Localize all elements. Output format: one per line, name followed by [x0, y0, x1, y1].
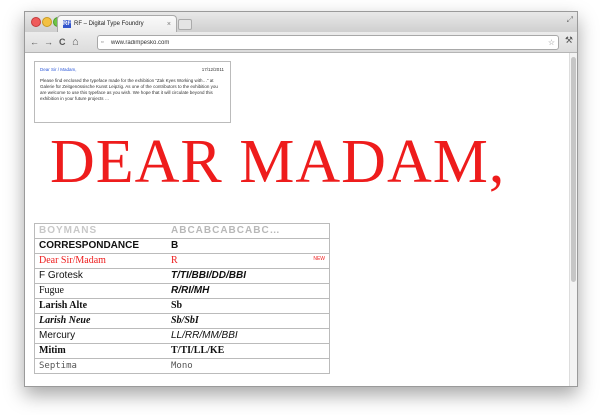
bookmark-star-icon[interactable]: ☆	[548, 36, 555, 49]
typeface-styles[interactable]: T/TI/BBI/DD/BBI	[171, 270, 246, 282]
new-badge: NEW	[313, 256, 325, 262]
forward-button[interactable]: →	[44, 35, 53, 49]
browser-window: RF RF – Digital Type Foundry × ⤢ ← → C ⌂…	[24, 11, 578, 387]
page-icon: ▫	[101, 39, 104, 46]
typeface-name[interactable]: F Grotesk	[39, 270, 83, 282]
typeface-styles[interactable]: Sb/SbI	[171, 315, 199, 327]
typeface-name[interactable]: Dear Sir/Madam	[39, 255, 106, 267]
typeface-styles[interactable]: ABCABCABCABC…	[171, 225, 281, 237]
minimize-window-button[interactable]	[42, 17, 52, 27]
title-bar: RF RF – Digital Type Foundry × ⤢	[25, 12, 577, 33]
typeface-name[interactable]: BOYMANS	[39, 225, 97, 237]
page-content: Dear Sir / Madam, 17/12/2011 Please find…	[25, 53, 577, 386]
back-button[interactable]: ←	[30, 35, 39, 49]
typeface-styles[interactable]: R/RI/MH	[171, 285, 209, 297]
typeface-row-larish-alte[interactable]: Larish Alte Sb	[35, 299, 329, 314]
toolbar: ← → C ⌂ ▫ ☆ ⚒	[25, 32, 577, 53]
letter-date: 17/12/2011	[201, 67, 224, 72]
close-window-button[interactable]	[31, 17, 41, 27]
vertical-scrollbar[interactable]	[569, 53, 577, 386]
typeface-styles[interactable]: LL/RR/MM/BBI	[171, 330, 238, 342]
typeface-styles[interactable]: Sb	[171, 300, 182, 312]
typeface-row-boymans[interactable]: BOYMANS ABCABCABCABC…	[35, 224, 329, 239]
typeface-name[interactable]: CORRESPONDANCE	[39, 240, 139, 252]
typeface-styles[interactable]: R	[171, 255, 178, 267]
fullscreen-icon[interactable]: ⤢	[567, 15, 573, 25]
letter-body: Please find enclosed the typeface made f…	[40, 78, 218, 101]
typeface-row-fugue[interactable]: Fugue R/RI/MH	[35, 284, 329, 299]
typeface-row-septima[interactable]: Septima Mono	[35, 359, 329, 374]
close-tab-icon[interactable]: ×	[167, 16, 171, 33]
browser-tab[interactable]: RF RF – Digital Type Foundry ×	[57, 15, 177, 33]
typeface-row-mitim[interactable]: Mitim T/TI/LL/KE	[35, 344, 329, 359]
typeface-name[interactable]: Fugue	[39, 285, 64, 297]
typeface-row-mercury[interactable]: Mercury LL/RR/MM/BBI	[35, 329, 329, 344]
typeface-styles[interactable]: T/TI/LL/KE	[171, 345, 224, 357]
typeface-name[interactable]: Larish Neue	[39, 315, 90, 327]
letter-panel: Dear Sir / Madam, 17/12/2011 Please find…	[34, 61, 231, 123]
headline: DEAR MADAM,	[50, 128, 506, 196]
typeface-list: BOYMANS ABCABCABCABC… CORRESPONDANCE B D…	[34, 223, 330, 374]
address-bar[interactable]: ▫ ☆	[97, 35, 559, 50]
letter-greeting: Dear Sir / Madam,	[40, 67, 77, 72]
typeface-name[interactable]: Larish Alte	[39, 300, 87, 312]
typeface-row-larish-neue[interactable]: Larish Neue Sb/SbI	[35, 314, 329, 329]
typeface-styles[interactable]: Mono	[171, 360, 193, 372]
typeface-styles[interactable]: B	[171, 240, 178, 252]
url-input[interactable]	[111, 36, 531, 49]
home-button[interactable]: ⌂	[72, 35, 79, 49]
typeface-row-correspondance[interactable]: CORRESPONDANCE B	[35, 239, 329, 254]
typeface-name[interactable]: Mercury	[39, 330, 75, 342]
typeface-row-dear-sir-madam[interactable]: Dear Sir/Madam R NEW	[35, 254, 329, 269]
typeface-row-f-grotesk[interactable]: F Grotesk T/TI/BBI/DD/BBI	[35, 269, 329, 284]
new-tab-button[interactable]	[178, 19, 192, 30]
wrench-menu-icon[interactable]: ⚒	[565, 35, 573, 46]
typeface-name[interactable]: Septima	[39, 360, 77, 372]
favicon-icon: RF	[63, 20, 71, 28]
typeface-name[interactable]: Mitim	[39, 345, 66, 357]
tab-title: RF – Digital Type Foundry	[74, 21, 144, 27]
scrollbar-thumb[interactable]	[571, 57, 576, 282]
reload-button[interactable]: C	[59, 35, 66, 49]
